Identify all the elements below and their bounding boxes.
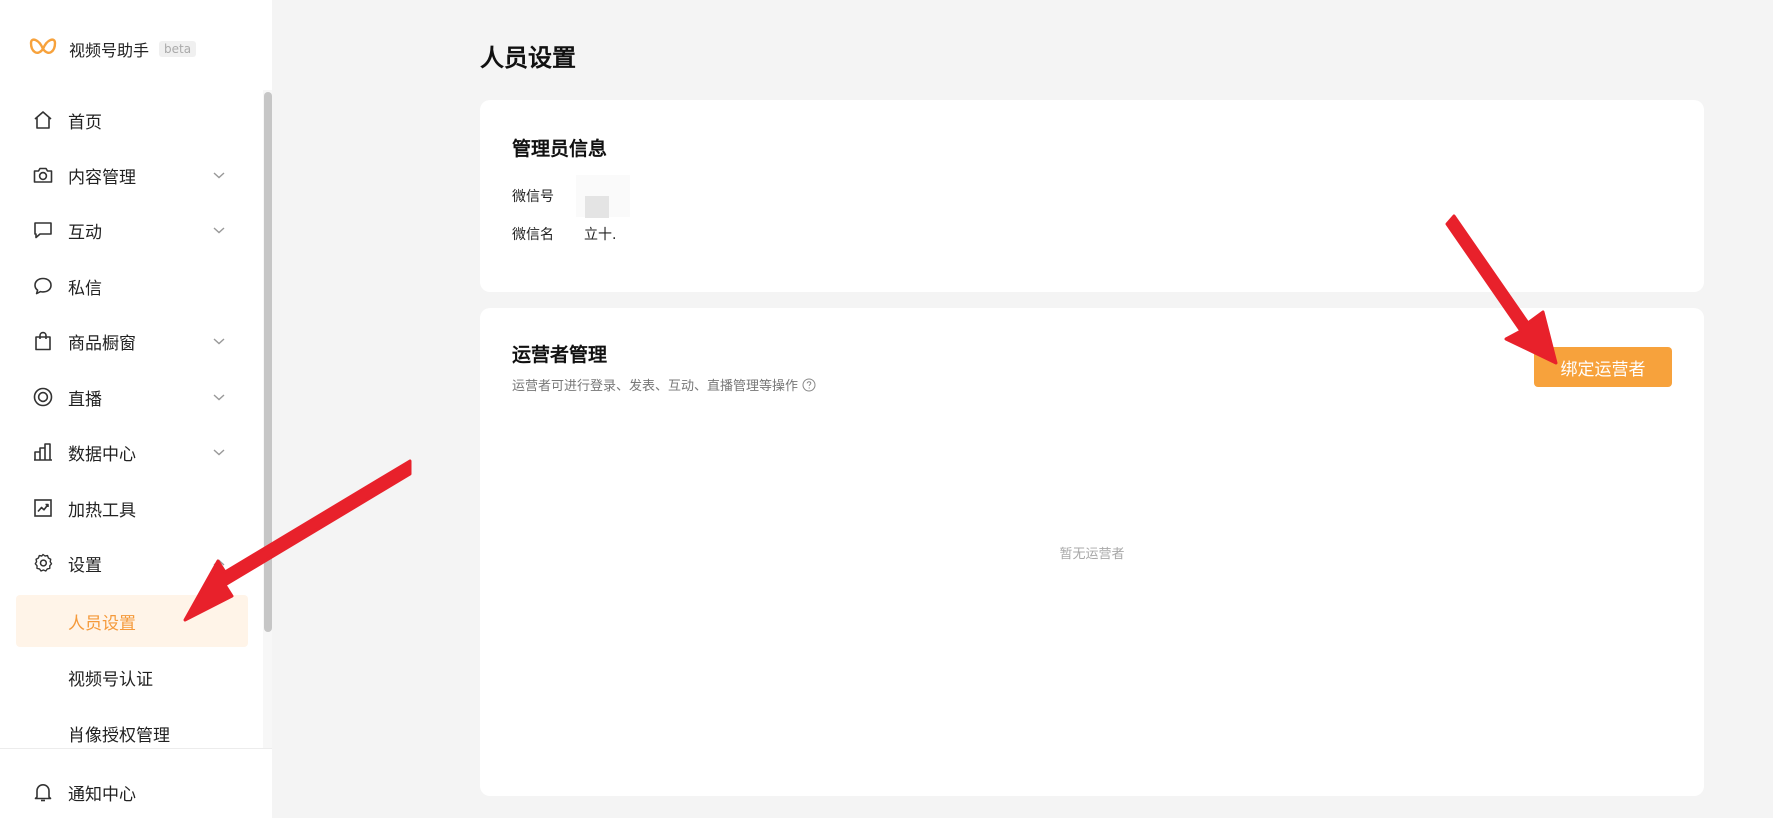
sidebar-scrollbar-thumb[interactable] xyxy=(264,92,272,632)
butterfly-logo-icon xyxy=(29,37,57,61)
sidebar: 视频号助手 beta 首页 内容管理 互动 私信 商品橱窗 直播 数据中心 加热… xyxy=(0,0,272,818)
beta-badge: beta xyxy=(159,41,197,57)
sidebar-item-label: 数据中心 xyxy=(68,444,136,465)
sidebar-item-label: 肖像授权管理 xyxy=(68,725,170,746)
sidebar-item-boost-tools[interactable]: 加热工具 xyxy=(0,484,250,532)
sidebar-item-label: 设置 xyxy=(68,555,102,576)
sidebar-item-label: 首页 xyxy=(68,112,102,133)
bind-operator-button[interactable]: 绑定运营者 xyxy=(1534,347,1672,387)
brand[interactable]: 视频号助手 beta xyxy=(29,34,197,64)
sidebar-item-live[interactable]: 直播 xyxy=(0,373,250,421)
sidebar-item-content[interactable]: 内容管理 xyxy=(0,151,250,199)
operator-management-subtitle: 运营者可进行登录、发表、互动、直播管理等操作 xyxy=(512,375,816,394)
empty-state-text: 暂无运营者 xyxy=(1059,547,1125,562)
sidebar-item-interaction[interactable]: 互动 xyxy=(0,206,250,254)
sidebar-item-home[interactable]: 首页 xyxy=(0,96,250,144)
sidebar-item-notification-center[interactable]: 通知中心 xyxy=(0,768,250,816)
sidebar-nav: 首页 内容管理 互动 私信 商品橱窗 直播 数据中心 加热工具 设置 人员设置 … xyxy=(0,90,272,748)
wechat-name-value: 立十. xyxy=(584,227,617,243)
sidebar-item-settings[interactable]: 设置 xyxy=(0,539,250,587)
sidebar-item-label: 通知中心 xyxy=(68,784,136,805)
sidebar-subitem-portrait-authorization[interactable]: 肖像授权管理 xyxy=(16,707,248,748)
trend-chart-icon xyxy=(32,497,54,519)
chevron-down-icon[interactable] xyxy=(211,167,227,183)
chevron-down-icon[interactable] xyxy=(211,444,227,460)
shopping-bag-icon xyxy=(32,330,54,352)
sidebar-item-data-center[interactable]: 数据中心 xyxy=(0,428,250,476)
sidebar-item-label: 人员设置 xyxy=(68,613,136,634)
bar-chart-icon xyxy=(32,441,54,463)
sidebar-item-label: 内容管理 xyxy=(68,167,136,188)
sidebar-item-label: 视频号认证 xyxy=(68,669,153,690)
home-icon xyxy=(32,109,54,131)
chevron-down-icon[interactable] xyxy=(211,389,227,405)
chevron-down-icon[interactable] xyxy=(211,222,227,238)
operator-management-title: 运营者管理 xyxy=(512,344,608,366)
sidebar-item-shop[interactable]: 商品橱窗 xyxy=(0,317,250,365)
sidebar-subitem-personnel-settings[interactable]: 人员设置 xyxy=(16,595,248,647)
operator-subtitle-text: 运营者可进行登录、发表、互动、直播管理等操作 xyxy=(512,379,799,394)
wechat-id-label: 微信号 xyxy=(512,189,554,205)
admin-info-title: 管理员信息 xyxy=(512,138,608,160)
sidebar-item-label: 互动 xyxy=(68,222,102,243)
sidebar-subitem-channel-verification[interactable]: 视频号认证 xyxy=(16,651,248,703)
masked-wechat-id-block xyxy=(585,196,609,218)
chevron-down-icon[interactable] xyxy=(211,333,227,349)
wechat-name-label: 微信名 xyxy=(512,227,554,243)
sidebar-divider xyxy=(0,748,272,749)
sidebar-item-label: 商品橱窗 xyxy=(68,333,136,354)
operator-management-card: 运营者管理 运营者可进行登录、发表、互动、直播管理等操作 绑定运营者 暂无运营者 xyxy=(480,308,1704,796)
admin-info-card: 管理员信息 微信号 微信名 立十. xyxy=(480,100,1704,292)
chat-bubble-icon xyxy=(32,275,54,297)
sidebar-item-label: 私信 xyxy=(68,278,102,299)
message-square-icon xyxy=(32,219,54,241)
page-title: 人员设置 xyxy=(480,44,576,72)
sidebar-item-messages[interactable]: 私信 xyxy=(0,262,250,310)
brand-name: 视频号助手 xyxy=(69,41,150,60)
question-circle-icon[interactable] xyxy=(802,378,816,392)
gear-icon xyxy=(32,552,54,574)
live-circle-icon xyxy=(32,386,54,408)
bell-icon xyxy=(32,781,54,803)
camera-icon xyxy=(32,164,54,186)
chevron-up-icon[interactable] xyxy=(211,555,227,571)
sidebar-item-label: 加热工具 xyxy=(68,500,136,521)
sidebar-item-label: 直播 xyxy=(68,389,102,410)
